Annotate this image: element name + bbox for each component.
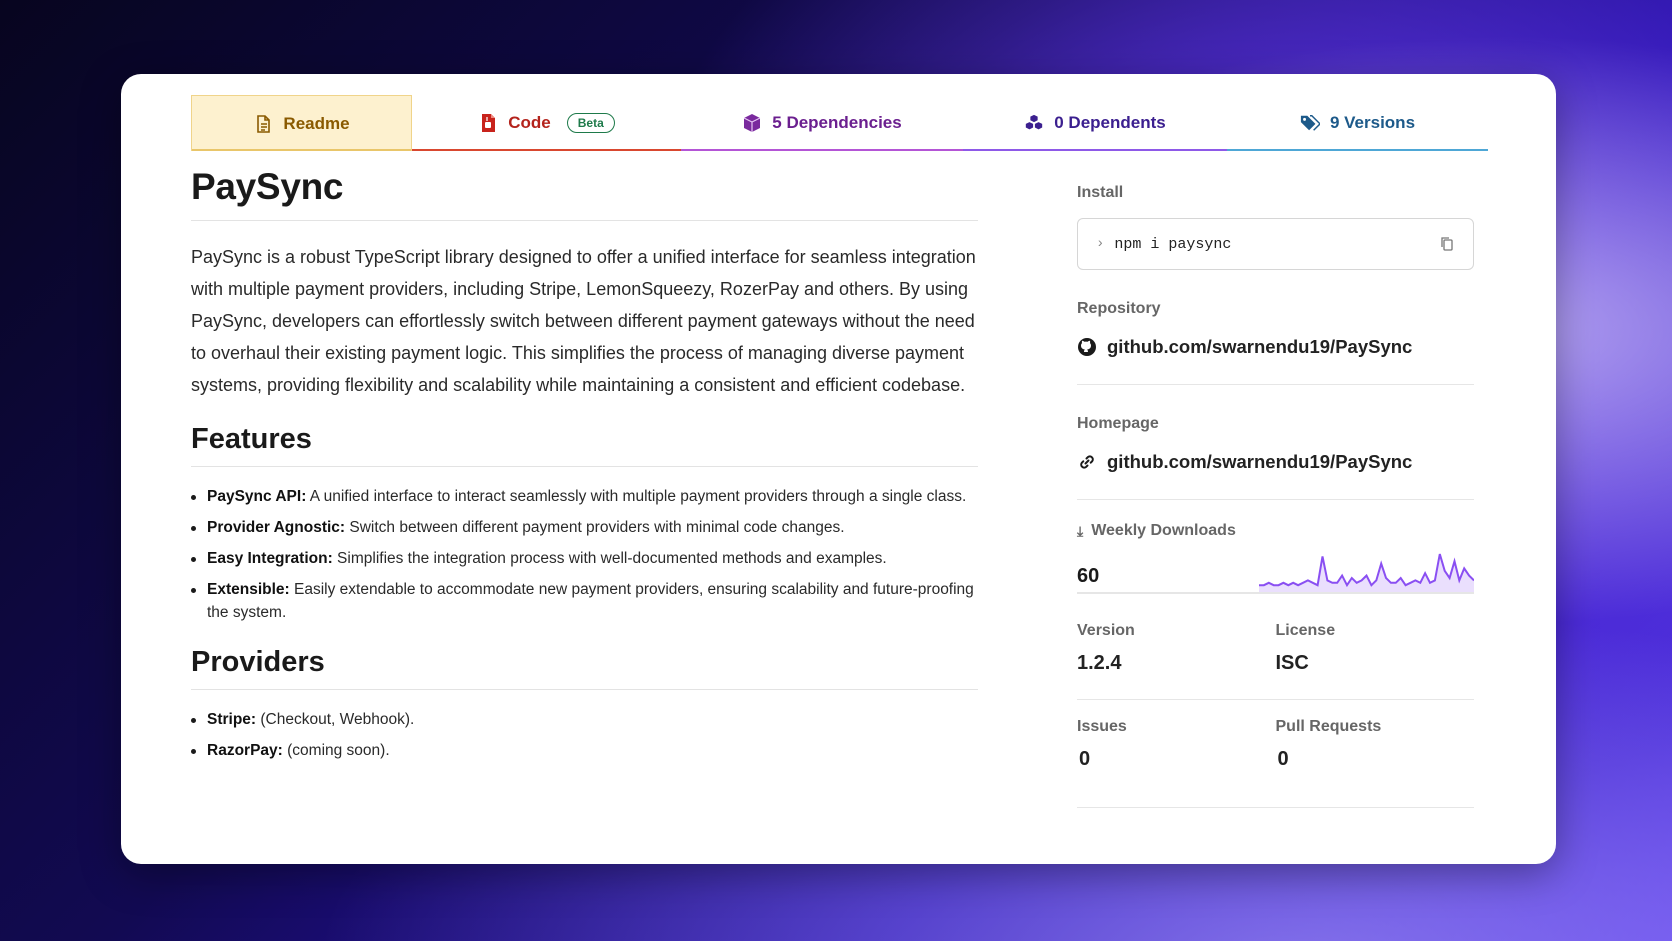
- document-icon: [257, 114, 271, 133]
- downloads-row: 60: [1077, 550, 1474, 594]
- feature-text: A unified interface to interact seamless…: [306, 488, 967, 505]
- pulls-value[interactable]: 0: [1276, 748, 1475, 771]
- providers-list: Stripe: (Checkout, Webhook). RazorPay: (…: [191, 708, 978, 762]
- license-value: ISC: [1275, 652, 1309, 674]
- tags-icon: [1300, 115, 1320, 131]
- readme-content: PaySync PaySync is a robust TypeScript l…: [191, 166, 978, 770]
- tab-dependents-label: 0 Dependents: [1054, 113, 1166, 132]
- feature-text: Simplifies the integration process with …: [332, 550, 887, 567]
- code-file-icon: [482, 114, 496, 132]
- tab-dependents[interactable]: 0 Dependents: [963, 95, 1227, 151]
- feature-text: Easily extendable to accommodate new pay…: [207, 581, 974, 621]
- pulls-label: Pull Requests: [1275, 718, 1382, 735]
- package-description: PaySync is a robust TypeScript library d…: [191, 247, 976, 395]
- repository-section: Repository github.com/swarnendu19/PaySyn…: [1077, 300, 1474, 385]
- repository-url: github.com/swarnendu19/PaySync: [1107, 336, 1413, 357]
- provider-term: RazorPay:: [207, 742, 283, 759]
- tab-bar: Readme Code Beta 5 Dependencies 0 Depend…: [191, 95, 1488, 151]
- list-item: Provider Agnostic: Switch between differ…: [191, 516, 978, 539]
- version-license-row: Version 1.2.4 License ISC: [1077, 622, 1474, 700]
- feature-term: PaySync API:: [207, 488, 307, 505]
- list-item: PaySync API: A unified interface to inte…: [191, 485, 978, 508]
- tab-versions[interactable]: 9 Versions: [1227, 95, 1488, 151]
- features-list: PaySync API: A unified interface to inte…: [191, 485, 978, 624]
- tab-dependencies[interactable]: 5 Dependencies: [681, 95, 963, 151]
- repository-link[interactable]: github.com/swarnendu19/PaySync: [1077, 336, 1474, 358]
- provider-text: (Checkout, Webhook).: [256, 711, 415, 728]
- homepage-url: github.com/swarnendu19/PaySync: [1107, 451, 1413, 472]
- github-icon: [1078, 338, 1096, 356]
- tab-readme[interactable]: Readme: [191, 95, 412, 151]
- version-label: Version: [1077, 622, 1135, 639]
- chevron-right-icon: ›: [1096, 236, 1105, 252]
- package-title: PaySync: [191, 166, 978, 221]
- license-label: License: [1275, 622, 1336, 639]
- providers-heading: Providers: [191, 646, 978, 690]
- homepage-label: Homepage: [1077, 415, 1159, 432]
- copy-icon[interactable]: [1439, 236, 1455, 252]
- list-item: Easy Integration: Simplifies the integra…: [191, 547, 978, 570]
- tab-readme-label: Readme: [283, 113, 350, 133]
- downloads-label-row: ⤓ Weekly Downloads: [1077, 522, 1474, 540]
- version-value: 1.2.4: [1077, 652, 1122, 674]
- cubes-icon: [1026, 114, 1043, 130]
- package-sidebar: Install › npm i paysync Repository githu…: [1077, 184, 1474, 808]
- homepage-section: Homepage github.com/swarnendu19/PaySync: [1077, 415, 1474, 500]
- repository-label: Repository: [1077, 300, 1161, 317]
- feature-term: Provider Agnostic:: [207, 519, 346, 536]
- homepage-link[interactable]: github.com/swarnendu19/PaySync: [1077, 451, 1474, 473]
- downloads-sparkline: [1259, 553, 1474, 592]
- downloads-label: Weekly Downloads: [1091, 522, 1236, 539]
- list-item: RazorPay: (coming soon).: [191, 739, 978, 762]
- tab-code-label: Code: [508, 113, 551, 132]
- install-label: Install: [1077, 184, 1124, 201]
- install-command: npm i paysync: [1114, 235, 1232, 253]
- list-item: Stripe: (Checkout, Webhook).: [191, 708, 978, 731]
- provider-text: (coming soon).: [282, 742, 390, 759]
- list-item: Extensible: Easily extendable to accommo…: [191, 578, 978, 624]
- provider-term: Stripe:: [207, 711, 257, 728]
- feature-term: Extensible:: [207, 581, 290, 598]
- link-icon: [1080, 455, 1094, 469]
- issues-pulls-row: Issues 0 Pull Requests 0: [1077, 718, 1474, 808]
- issues-label: Issues: [1077, 718, 1127, 735]
- feature-term: Easy Integration:: [207, 550, 333, 567]
- package-box-icon: [743, 114, 761, 132]
- install-section: Install › npm i paysync: [1077, 184, 1474, 270]
- feature-text: Switch between different payment provide…: [345, 519, 845, 536]
- tab-code[interactable]: Code Beta: [412, 95, 681, 151]
- features-heading: Features: [191, 423, 978, 467]
- beta-badge: Beta: [566, 113, 615, 133]
- tab-versions-label: 9 Versions: [1329, 113, 1416, 132]
- package-card: Readme Code Beta 5 Dependencies 0 Depend…: [121, 74, 1556, 864]
- install-command-box[interactable]: › npm i paysync: [1077, 218, 1474, 270]
- downloads-section: ⤓ Weekly Downloads 60: [1077, 522, 1474, 594]
- download-icon: ⤓: [1077, 522, 1084, 539]
- weekly-downloads-count: 60: [1077, 565, 1100, 587]
- tab-dependencies-label: 5 Dependencies: [772, 113, 902, 132]
- issues-value[interactable]: 0: [1077, 748, 1276, 771]
